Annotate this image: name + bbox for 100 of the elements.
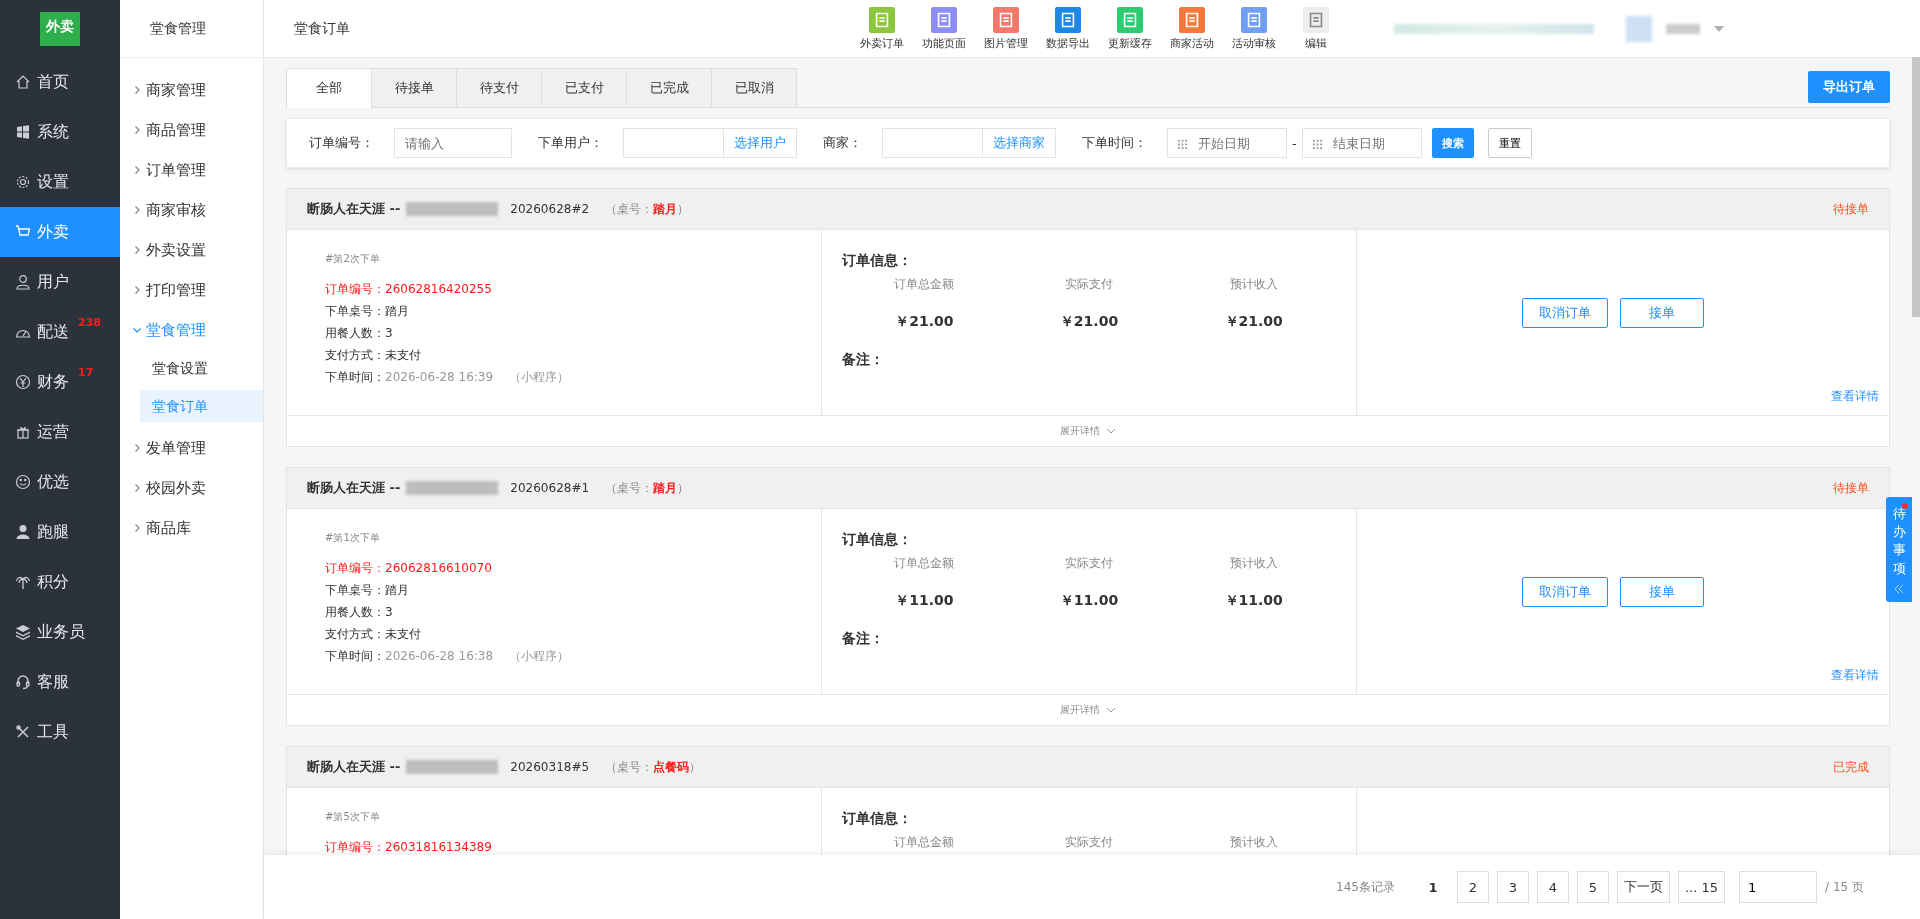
- table-number: （桌号：踏月）: [605, 200, 690, 218]
- yen-icon: [15, 374, 31, 390]
- chevron-right-icon: [132, 443, 142, 453]
- start-date-field[interactable]: 开始日期: [1167, 128, 1287, 158]
- nav-item[interactable]: 财务 17: [0, 357, 120, 407]
- submenu-item[interactable]: 打印管理: [132, 270, 263, 310]
- toolbar-item[interactable]: 活动审核: [1226, 6, 1282, 51]
- nav-item[interactable]: 工具: [0, 707, 120, 757]
- amount-value: ￥11.00: [1223, 592, 1284, 610]
- section-title: 订单信息：: [842, 531, 913, 549]
- nav-item[interactable]: 运营: [0, 407, 120, 457]
- nav-item[interactable]: 业务员: [0, 607, 120, 657]
- count-label: 17: [78, 366, 94, 379]
- expand-details-toggle[interactable]: 展开详情: [287, 694, 1889, 725]
- submenu-item[interactable]: 发单管理: [132, 428, 263, 468]
- order-serial: 20260318#5: [510, 760, 590, 774]
- amount-label: 预计收入: [1228, 276, 1279, 293]
- chevron-right-icon: [132, 125, 142, 135]
- filter-tab[interactable]: 已完成: [626, 68, 712, 107]
- toolbar-item[interactable]: 外卖订单: [854, 6, 910, 51]
- page-button[interactable]: 3: [1496, 871, 1529, 903]
- headset-icon: [15, 674, 31, 690]
- filter-tab[interactable]: 待支付: [456, 68, 542, 107]
- filter-tab[interactable]: 待接单: [371, 68, 457, 107]
- toolbar-item[interactable]: 图片管理: [978, 6, 1034, 51]
- order-status: 待接单: [1833, 479, 1869, 497]
- submenu-item[interactable]: 商品管理: [132, 110, 263, 150]
- tools-icon: [15, 724, 31, 740]
- order-field: 下单时间：2026-06-28 16:39 （小程序）: [325, 366, 821, 388]
- table-number: （桌号：踏月）: [605, 479, 690, 497]
- chevron-right-icon: [132, 483, 142, 493]
- page-button[interactable]: 4: [1536, 871, 1569, 903]
- reset-button[interactable]: 重置: [1487, 128, 1532, 158]
- user-field[interactable]: [623, 128, 723, 158]
- order-field: 用餐人数：3: [325, 601, 821, 623]
- windows-icon: [15, 124, 31, 140]
- chevron-down-icon: [132, 325, 142, 335]
- submenu-item[interactable]: 商品库: [132, 508, 263, 548]
- toolbar-item[interactable]: 更新缓存: [1102, 6, 1158, 51]
- nav-item[interactable]: 优选: [0, 457, 120, 507]
- nav-item[interactable]: 用户: [0, 257, 120, 307]
- merchant-field[interactable]: [882, 128, 982, 158]
- double-chevron-icon: [1894, 583, 1904, 594]
- order-field: 订单编号：26062816420255: [325, 278, 821, 300]
- amount-value: ￥21.00: [1223, 313, 1284, 331]
- amount-label: 实际支付: [1064, 276, 1114, 293]
- order-field: 支付方式：未支付: [325, 623, 821, 645]
- nav-item[interactable]: 系统: [0, 107, 120, 157]
- order-count: #第5次下单: [325, 810, 381, 824]
- end-date-field[interactable]: 结束日期: [1301, 128, 1422, 158]
- page-jump-field[interactable]: 1: [1739, 871, 1818, 903]
- toolbar-item[interactable]: 功能页面: [916, 6, 972, 51]
- submenu-child[interactable]: 堂食设置: [140, 352, 263, 384]
- section-title: 订单信息：: [842, 252, 913, 270]
- order-status: 已完成: [1833, 758, 1869, 776]
- scrollbar[interactable]: [1912, 57, 1920, 317]
- field-label: 商家：: [823, 134, 862, 152]
- page-button[interactable]: 2: [1456, 871, 1489, 903]
- order-field: 下单桌号：踏月: [325, 579, 821, 601]
- nav-item[interactable]: 首页: [0, 57, 120, 107]
- order-number-field[interactable]: 请输入: [394, 128, 512, 158]
- order-status: 待接单: [1833, 200, 1869, 218]
- nav-item[interactable]: 客服: [0, 657, 120, 707]
- chevron-right-icon: [132, 285, 142, 295]
- toolbar-item[interactable]: 商家活动: [1164, 6, 1220, 51]
- nav-item[interactable]: 设置: [0, 157, 120, 207]
- notification-dot: [1902, 503, 1908, 509]
- submenu-item[interactable]: 校园外卖: [132, 468, 263, 508]
- nav-item[interactable]: 积分: [0, 557, 120, 607]
- submenu-item[interactable]: 订单管理: [132, 150, 263, 190]
- next-page-button[interactable]: 下一页: [1616, 871, 1670, 903]
- chevron-right-icon: [132, 245, 142, 255]
- page-button[interactable]: 5: [1576, 871, 1609, 903]
- caret-icon[interactable]: [1714, 25, 1724, 32]
- submenu-item[interactable]: 商家审核: [132, 190, 263, 230]
- nav-item[interactable]: 配送 238: [0, 307, 120, 357]
- chevron-right-icon: [132, 523, 142, 533]
- smile-icon: [15, 474, 31, 490]
- chevron-down-icon: [1106, 707, 1116, 713]
- customer-name: 断肠人在天涯 --: [307, 479, 401, 497]
- table-number: （桌号：点餐码）: [605, 758, 702, 776]
- filter-tab[interactable]: 已取消: [711, 68, 797, 107]
- amount-value: ￥11.00: [1058, 592, 1120, 610]
- submenu-item[interactable]: 外卖设置: [132, 230, 263, 270]
- toolbar-item[interactable]: 数据导出: [1040, 6, 1096, 51]
- submenu-item[interactable]: 商家管理: [132, 70, 263, 110]
- nav-item[interactable]: 跑腿: [0, 507, 120, 557]
- avatar[interactable]: [1626, 15, 1652, 42]
- filter-tab[interactable]: 已支付: [541, 68, 627, 107]
- submenu-title: 堂食管理: [120, 0, 263, 58]
- expand-details-toggle[interactable]: 展开详情: [287, 415, 1889, 446]
- last-page-button[interactable]: ... 15: [1677, 871, 1726, 903]
- amount-label: 实际支付: [1064, 834, 1114, 851]
- todo-label: 待办事项: [1892, 505, 1906, 578]
- person-icon: [15, 524, 31, 540]
- toolbar-item[interactable]: 编辑: [1288, 6, 1344, 51]
- customer-name: 断肠人在天涯 --: [307, 200, 401, 218]
- count-label: 238: [78, 316, 101, 329]
- amount-label: 订单总金额: [893, 276, 956, 293]
- filter-tab[interactable]: 全部: [286, 68, 372, 108]
